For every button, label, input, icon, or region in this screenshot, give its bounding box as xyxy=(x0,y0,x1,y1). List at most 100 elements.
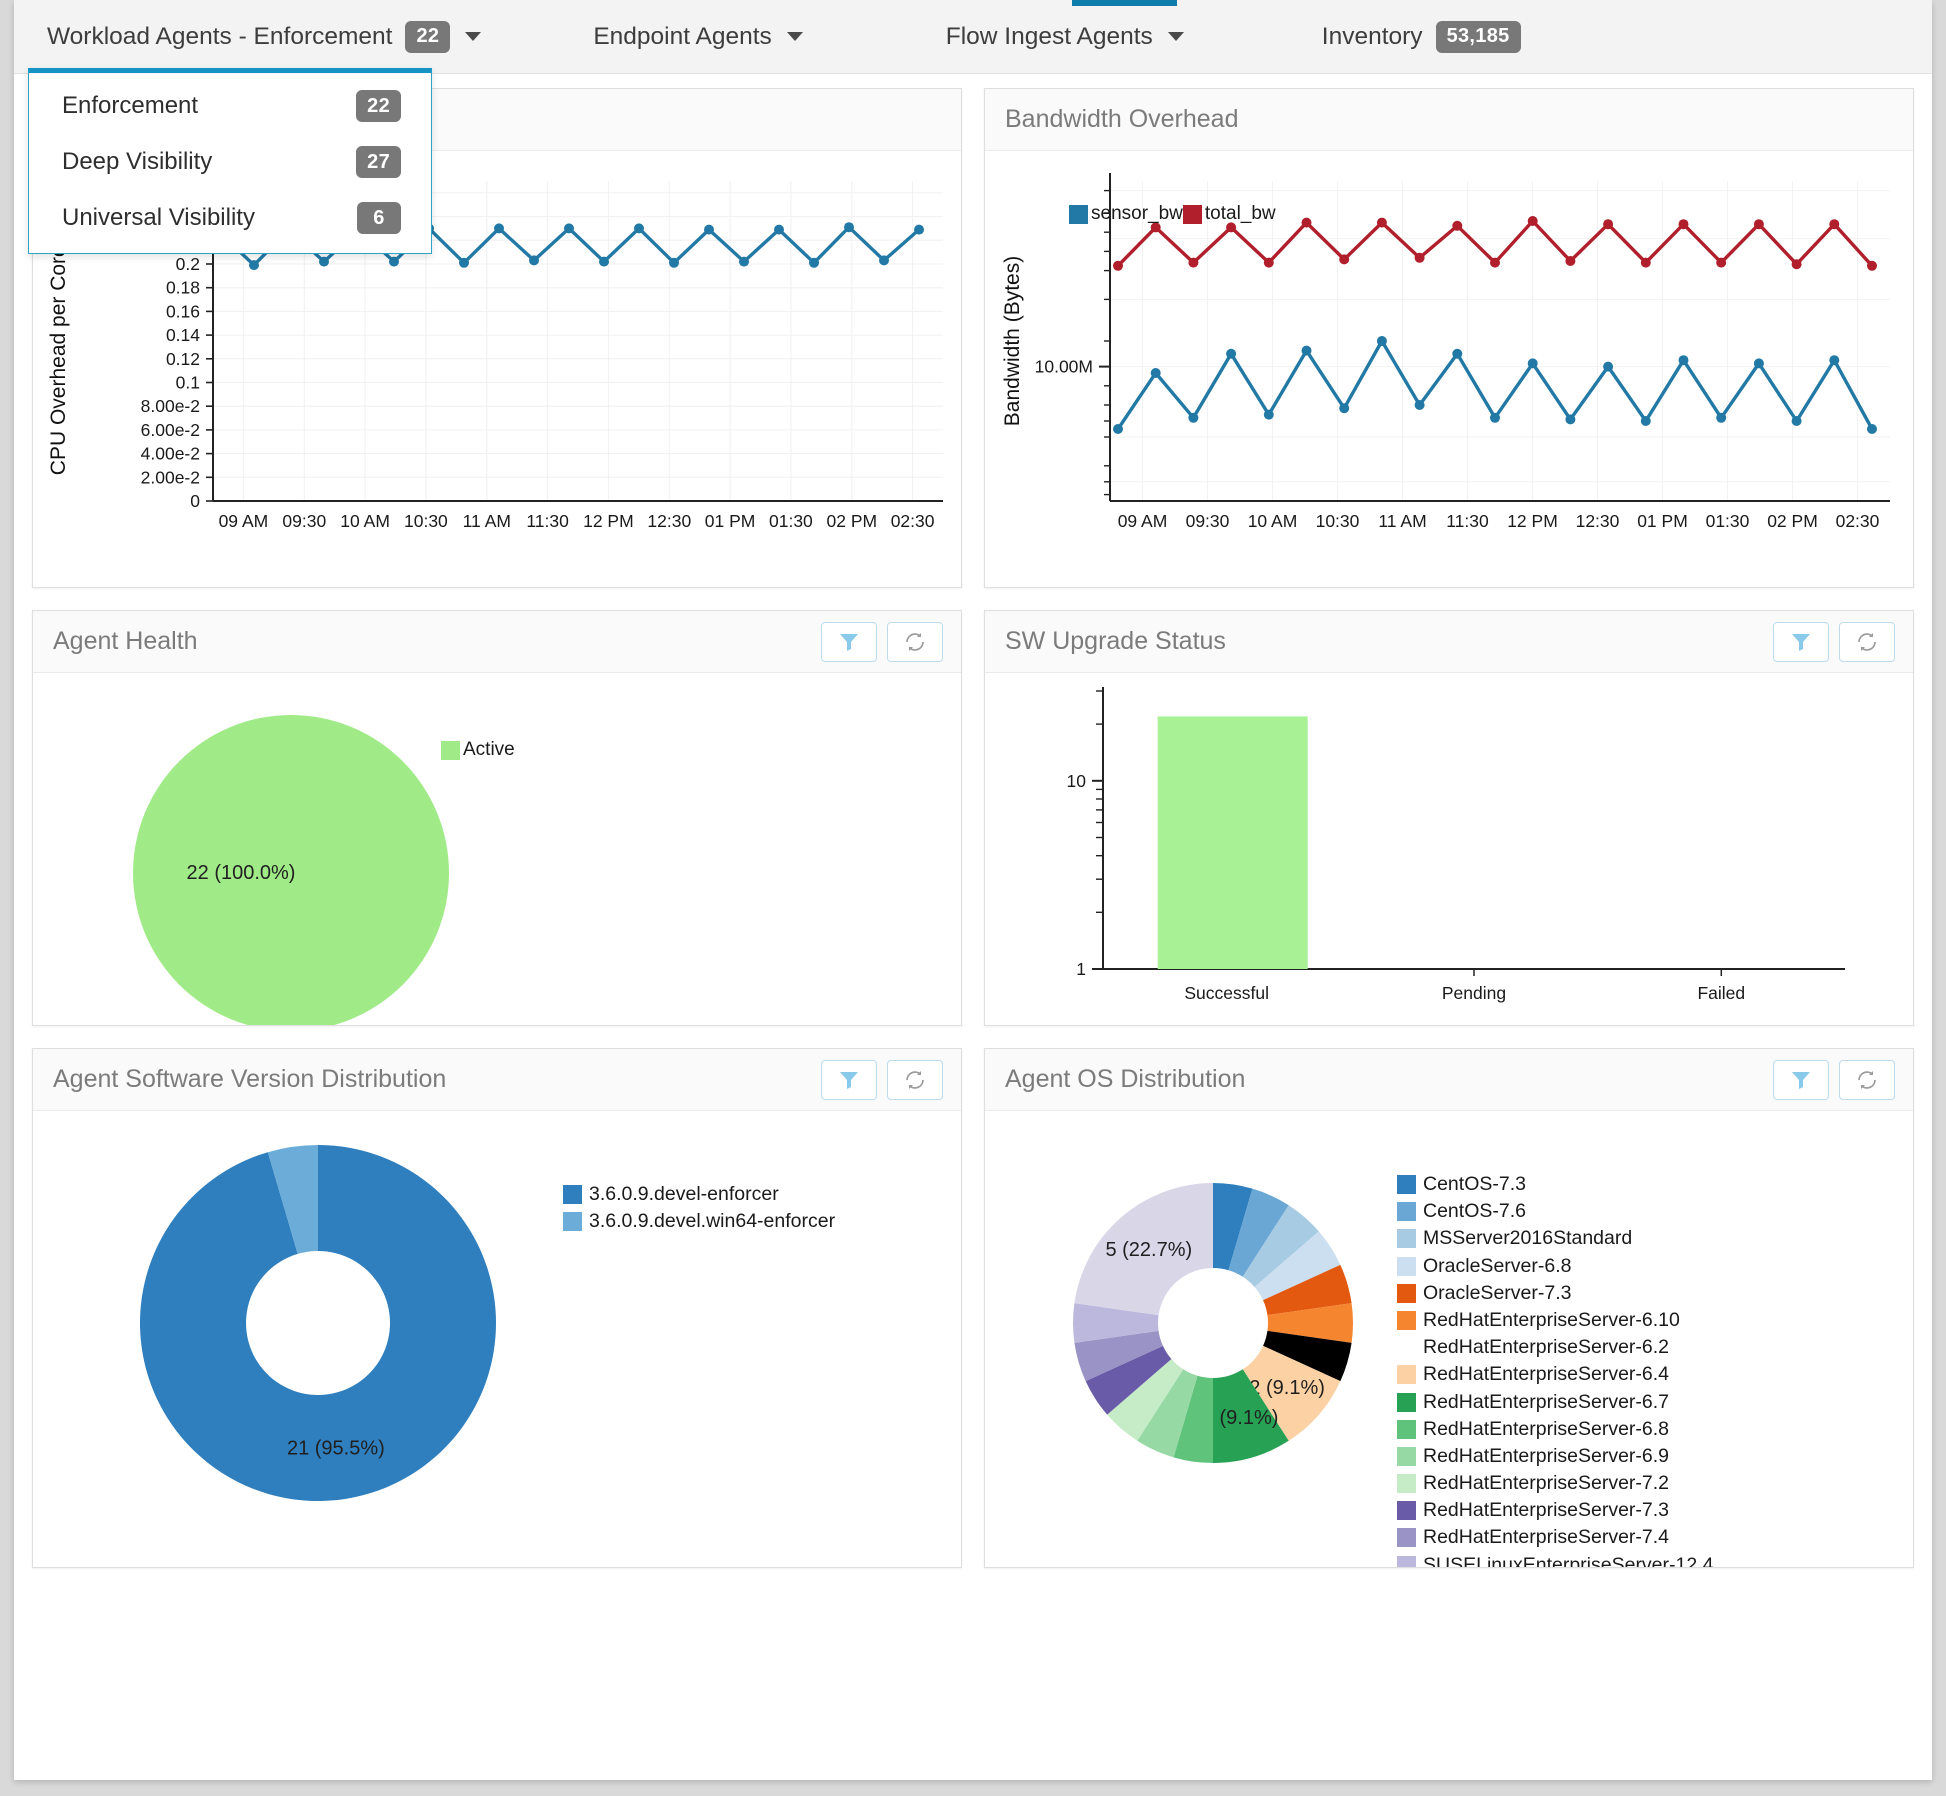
list-item[interactable]: RedHatEnterpriseServer-6.4 xyxy=(1397,1363,1713,1386)
list-item[interactable]: RedHatEnterpriseServer-6.8 xyxy=(1397,1418,1713,1441)
list-item[interactable]: RedHatEnterpriseServer-7.2 xyxy=(1397,1472,1713,1495)
svg-text:01 PM: 01 PM xyxy=(705,511,756,531)
refresh-icon xyxy=(906,1070,924,1089)
legend-swatch xyxy=(1397,1229,1416,1249)
list-item[interactable]: RedHatEnterpriseServer-7.3 xyxy=(1397,1499,1713,1522)
menu-item-deep-visibility-badge: 27 xyxy=(356,146,401,178)
legend-item-sensor-bw[interactable]: sensor_bw xyxy=(1069,203,1183,225)
legend-item-active[interactable]: Active xyxy=(441,739,515,761)
svg-text:Successful: Successful xyxy=(1184,983,1269,1003)
panel-sw-upgrade-status-actions xyxy=(1773,621,1895,662)
tab-flow-ingest-agents[interactable]: Flow Ingest Agents xyxy=(946,0,1184,74)
refresh-icon xyxy=(1858,1070,1876,1089)
filter-button[interactable] xyxy=(821,621,877,662)
list-item[interactable]: CentOS-7.6 xyxy=(1397,1200,1713,1223)
list-item[interactable]: RedHatEnterpriseServer-6.9 xyxy=(1397,1445,1713,1468)
svg-text:4.00e-2: 4.00e-2 xyxy=(141,444,200,464)
svg-text:11 AM: 11 AM xyxy=(1378,511,1426,531)
panel-bandwidth-overhead-title: Bandwidth Overhead xyxy=(1005,105,1239,133)
panel-sw-upgrade-status-header: SW Upgrade Status xyxy=(985,611,1913,673)
svg-text:09 AM: 09 AM xyxy=(1118,511,1168,531)
panel-sw-version-title: Agent Software Version Distribution xyxy=(53,1065,447,1093)
agent-software-version-chart[interactable]: 21 (95.5%) xyxy=(33,1111,962,1567)
svg-text:0.2: 0.2 xyxy=(176,254,200,274)
svg-text:21 (95.5%): 21 (95.5%) xyxy=(287,1438,385,1460)
list-item[interactable]: RedHatEnterpriseServer-6.10 xyxy=(1397,1309,1713,1332)
panel-bandwidth-overhead-body: sensor_bw total_bw 09 AM 09:30 10 AM 10:30 1… xyxy=(985,151,1913,587)
list-item[interactable]: 3.6.0.9.devel-enforcer xyxy=(563,1183,835,1206)
svg-text:10:30: 10:30 xyxy=(1316,511,1360,531)
panel-sw-version-header: Agent Software Version Distribution xyxy=(33,1049,961,1111)
refresh-button[interactable] xyxy=(1839,621,1895,662)
legend-swatch xyxy=(1397,1528,1416,1548)
agent-health-chart[interactable]: 22 (100.0%) xyxy=(33,673,962,1025)
panel-bandwidth-overhead-header: Bandwidth Overhead xyxy=(985,89,1913,151)
bandwidth-chart-legend: sensor_bw total_bw xyxy=(1069,203,1276,225)
menu-item-universal-visibility[interactable]: Universal Visibility 6 xyxy=(29,199,431,237)
dashboard-content: CPU Overhead mean 09 AM09:3010 AM10:3011… xyxy=(14,74,1932,1780)
panel-agent-health-title: Agent Health xyxy=(53,627,198,655)
top-navigation: Workload Agents - Enforcement 22 Endpoin… xyxy=(14,0,1932,74)
workload-agents-dropdown-menu[interactable]: Enforcement 22 Deep Visibility 27 Univer… xyxy=(28,68,432,254)
list-item[interactable]: RedHatEnterpriseServer-6.7 xyxy=(1397,1391,1713,1414)
filter-icon xyxy=(840,1071,858,1089)
legend-swatch xyxy=(563,1212,582,1232)
list-item[interactable]: SUSELinuxEnterpriseServer-12.4 xyxy=(1397,1554,1713,1567)
tab-inventory[interactable]: Inventory 53,185 xyxy=(1322,0,1521,74)
refresh-button[interactable] xyxy=(887,1059,943,1100)
panel-agent-health: Agent Health Active 22 (100.0%) xyxy=(32,610,962,1026)
chevron-down-icon[interactable] xyxy=(1167,32,1184,41)
svg-text:12:30: 12:30 xyxy=(647,511,691,531)
svg-text:6.00e-2: 6.00e-2 xyxy=(141,420,200,440)
panel-bandwidth-overhead: Bandwidth Overhead sensor_bw total_bw 09 xyxy=(984,88,1914,588)
svg-text:10: 10 xyxy=(1067,771,1087,791)
list-item[interactable]: 3.6.0.9.devel.win64-enforcer xyxy=(563,1210,835,1233)
chevron-down-icon[interactable] xyxy=(786,32,803,41)
svg-text:0.16: 0.16 xyxy=(166,301,200,321)
menu-item-deep-visibility[interactable]: Deep Visibility 27 xyxy=(29,143,431,181)
legend-swatch xyxy=(1397,1256,1416,1276)
filter-icon xyxy=(840,633,858,651)
active-tab-indicator xyxy=(1072,0,1177,6)
legend-item-total-bw[interactable]: total_bw xyxy=(1182,203,1276,225)
legend-label: RedHatEnterpriseServer-6.9 xyxy=(1423,1444,1670,1467)
svg-text:8.00e-2: 8.00e-2 xyxy=(141,396,200,416)
panel-sw-upgrade-status-title: SW Upgrade Status xyxy=(1005,627,1226,655)
tab-endpoint-agents[interactable]: Endpoint Agents xyxy=(593,0,803,74)
svg-text:2.00e-2: 2.00e-2 xyxy=(141,467,200,487)
svg-text:02 PM: 02 PM xyxy=(827,511,878,531)
list-item[interactable]: CentOS-7.3 xyxy=(1397,1173,1713,1196)
tab-workload-agents[interactable]: Workload Agents - Enforcement 22 xyxy=(47,0,482,74)
legend-label: 3.6.0.9.devel-enforcer xyxy=(589,1183,779,1205)
list-item[interactable]: MSServer2016Standard xyxy=(1397,1227,1713,1250)
legend-label: RedHatEnterpriseServer-6.2 xyxy=(1423,1336,1670,1359)
refresh-button[interactable] xyxy=(887,621,943,662)
refresh-button[interactable] xyxy=(1839,1059,1895,1100)
tab-workload-agents-label: Workload Agents - Enforcement xyxy=(47,22,393,50)
legend-label: MSServer2016Standard xyxy=(1423,1227,1633,1250)
svg-text:10:30: 10:30 xyxy=(404,511,448,531)
filter-button[interactable] xyxy=(821,1059,877,1100)
filter-button[interactable] xyxy=(1773,1059,1829,1100)
legend-label: RedHatEnterpriseServer-6.8 xyxy=(1423,1417,1670,1440)
tab-inventory-label: Inventory xyxy=(1321,22,1423,50)
legend-label: CentOS-7.6 xyxy=(1423,1200,1526,1223)
svg-text:5 (22.7%): 5 (22.7%) xyxy=(1105,1239,1192,1261)
chevron-down-icon[interactable] xyxy=(465,32,482,41)
menu-item-enforcement[interactable]: Enforcement 22 xyxy=(29,87,431,125)
sw-upgrade-status-chart[interactable]: 1 10 Successful Pending Failed xyxy=(985,673,1914,1025)
dashboard-row-3: Agent Software Version Distribution 3.6.… xyxy=(32,1048,1914,1568)
list-item[interactable]: RedHatEnterpriseServer-6.2 xyxy=(1397,1336,1713,1359)
list-item[interactable]: OracleServer-6.8 xyxy=(1397,1255,1713,1278)
tab-flow-ingest-agents-label: Flow Ingest Agents xyxy=(945,22,1153,50)
legend-label-sensor-bw: sensor_bw xyxy=(1091,203,1183,224)
list-item[interactable]: OracleServer-7.3 xyxy=(1397,1282,1713,1305)
svg-text:02:30: 02:30 xyxy=(891,511,935,531)
svg-text:Pending: Pending xyxy=(1442,983,1506,1003)
svg-text:01:30: 01:30 xyxy=(1706,511,1750,531)
filter-button[interactable] xyxy=(1773,621,1829,662)
legend-swatch xyxy=(1397,1365,1416,1385)
list-item[interactable]: RedHatEnterpriseServer-7.4 xyxy=(1397,1526,1713,1549)
legend-swatch xyxy=(1397,1501,1416,1521)
legend-swatch xyxy=(1397,1446,1416,1466)
